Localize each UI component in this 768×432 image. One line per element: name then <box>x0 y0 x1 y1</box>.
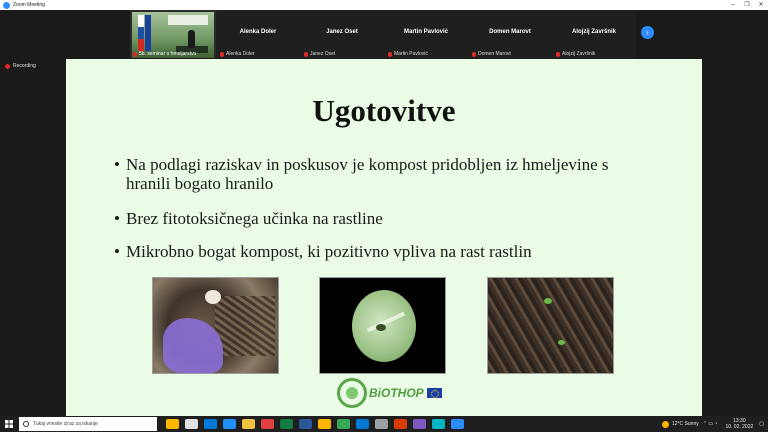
windows-icon <box>5 420 13 428</box>
taskbar-app-icon[interactable] <box>204 419 217 429</box>
taskbar-app-icon[interactable] <box>432 419 445 429</box>
participant-name: Domen Marovt <box>489 29 531 35</box>
window-title: Zoom Meeting <box>13 2 45 8</box>
participant-tile[interactable]: Alojzij Završnik Alojzij Završnik <box>552 10 636 58</box>
participant-label: Alojzij Završnik <box>556 51 595 57</box>
mic-muted-icon <box>304 51 308 57</box>
taskbar-search[interactable]: Tukaj vnesite izraz za iskanje <box>19 417 157 431</box>
speaker-caption: 5b. seminar o hmeljarstvu <box>133 51 196 57</box>
participant-label: Alenka Doler <box>220 51 255 57</box>
compost-photo <box>152 277 279 374</box>
participant-name: Alojzij Završnik <box>571 29 616 35</box>
mic-muted-icon <box>388 51 392 57</box>
tray-icons[interactable]: ⌃ ▭ ◔ <box>703 421 718 427</box>
leaf-logo-icon <box>337 378 367 408</box>
taskbar-app-icon[interactable] <box>394 419 407 429</box>
participant-label: Janez Oset <box>304 51 335 57</box>
search-placeholder: Tukaj vnesite izraz za iskanje <box>33 421 98 427</box>
eu-flag-icon <box>426 388 442 398</box>
taskbar-app-icon[interactable] <box>280 419 293 429</box>
minimize-button[interactable]: – <box>726 0 740 10</box>
search-icon <box>23 421 29 427</box>
windows-taskbar: Tukaj vnesite izraz za iskanje 12°C Sunn… <box>0 416 768 432</box>
participant-tile[interactable]: Janez Oset Janez Oset <box>300 10 384 58</box>
system-tray: 12°C Sunny ⌃ ▭ ◔ 13:30 10. 02. 2022 ▢ <box>661 418 768 430</box>
microscope-photo <box>319 277 446 374</box>
seedling-photo <box>487 277 614 374</box>
biothop-logo: BiOTHOP <box>337 378 442 408</box>
taskbar-app-icon[interactable] <box>223 419 236 429</box>
taskbar-app-icon[interactable] <box>166 419 179 429</box>
mic-muted-icon <box>133 51 137 57</box>
recording-label: Recording <box>13 63 36 69</box>
notifications-icon[interactable]: ▢ <box>759 421 764 427</box>
participant-label: Domen Marovt <box>472 51 511 57</box>
eu-flag <box>145 15 151 51</box>
clock[interactable]: 13:30 10. 02. 2022 <box>725 418 753 430</box>
taskbar-app-icon[interactable] <box>299 419 312 429</box>
taskbar-app-icon[interactable] <box>337 419 350 429</box>
taskbar-app-icon[interactable] <box>185 419 198 429</box>
pinned-apps <box>163 419 467 429</box>
taskbar-app-icon[interactable] <box>451 419 464 429</box>
recording-dot-icon <box>5 63 10 69</box>
speaker-figure <box>188 30 195 48</box>
slovenia-flag <box>138 15 144 51</box>
participant-tile[interactable]: Martin Pavlović Martin Pavlović <box>384 10 468 58</box>
taskbar-app-icon[interactable] <box>261 419 274 429</box>
weather-text: 12°C Sunny <box>671 421 699 427</box>
participant-name: Martin Pavlović <box>403 29 448 35</box>
participant-name: Janez Oset <box>326 29 358 35</box>
close-button[interactable]: ✕ <box>754 0 768 10</box>
taskbar-app-icon[interactable] <box>318 419 331 429</box>
participant-gallery: 5b. seminar o hmeljarstvu Alenka Doler A… <box>130 10 636 58</box>
participant-tile[interactable]: Domen Marovt Domen Marovt <box>468 10 552 58</box>
maximize-button[interactable]: ❐ <box>740 0 754 10</box>
title-bar: Zoom Meeting – ❐ ✕ <box>0 0 768 10</box>
taskbar-app-icon[interactable] <box>375 419 388 429</box>
event-banner <box>168 15 208 25</box>
mic-muted-icon <box>220 51 224 57</box>
speaker-video: 5b. seminar o hmeljarstvu <box>132 12 214 58</box>
participant-name: Alenka Doler <box>239 29 277 35</box>
mic-muted-icon <box>556 51 560 57</box>
clock-date: 10. 02. 2022 <box>725 424 754 430</box>
participant-label: Martin Pavlović <box>388 51 428 57</box>
window-controls: – ❐ ✕ <box>726 0 768 10</box>
taskbar-app-icon[interactable] <box>356 419 369 429</box>
recording-indicator[interactable]: Recording <box>5 63 36 69</box>
taskbar-app-icon[interactable] <box>242 419 255 429</box>
weather-sun-icon <box>661 420 669 428</box>
start-button[interactable] <box>0 416 18 432</box>
next-participants-button[interactable]: › <box>641 26 654 39</box>
zoom-logo-icon <box>3 1 10 9</box>
speaker-video-tile[interactable]: 5b. seminar o hmeljarstvu <box>130 10 216 58</box>
chevron-right-icon: › <box>646 28 649 37</box>
participant-tile[interactable]: Alenka Doler Alenka Doler <box>216 10 300 58</box>
shared-slide: Ugotovitve • Na podlagi raziskav in posku… <box>66 59 702 416</box>
taskbar-app-icon[interactable] <box>413 419 426 429</box>
mic-muted-icon <box>472 51 476 57</box>
